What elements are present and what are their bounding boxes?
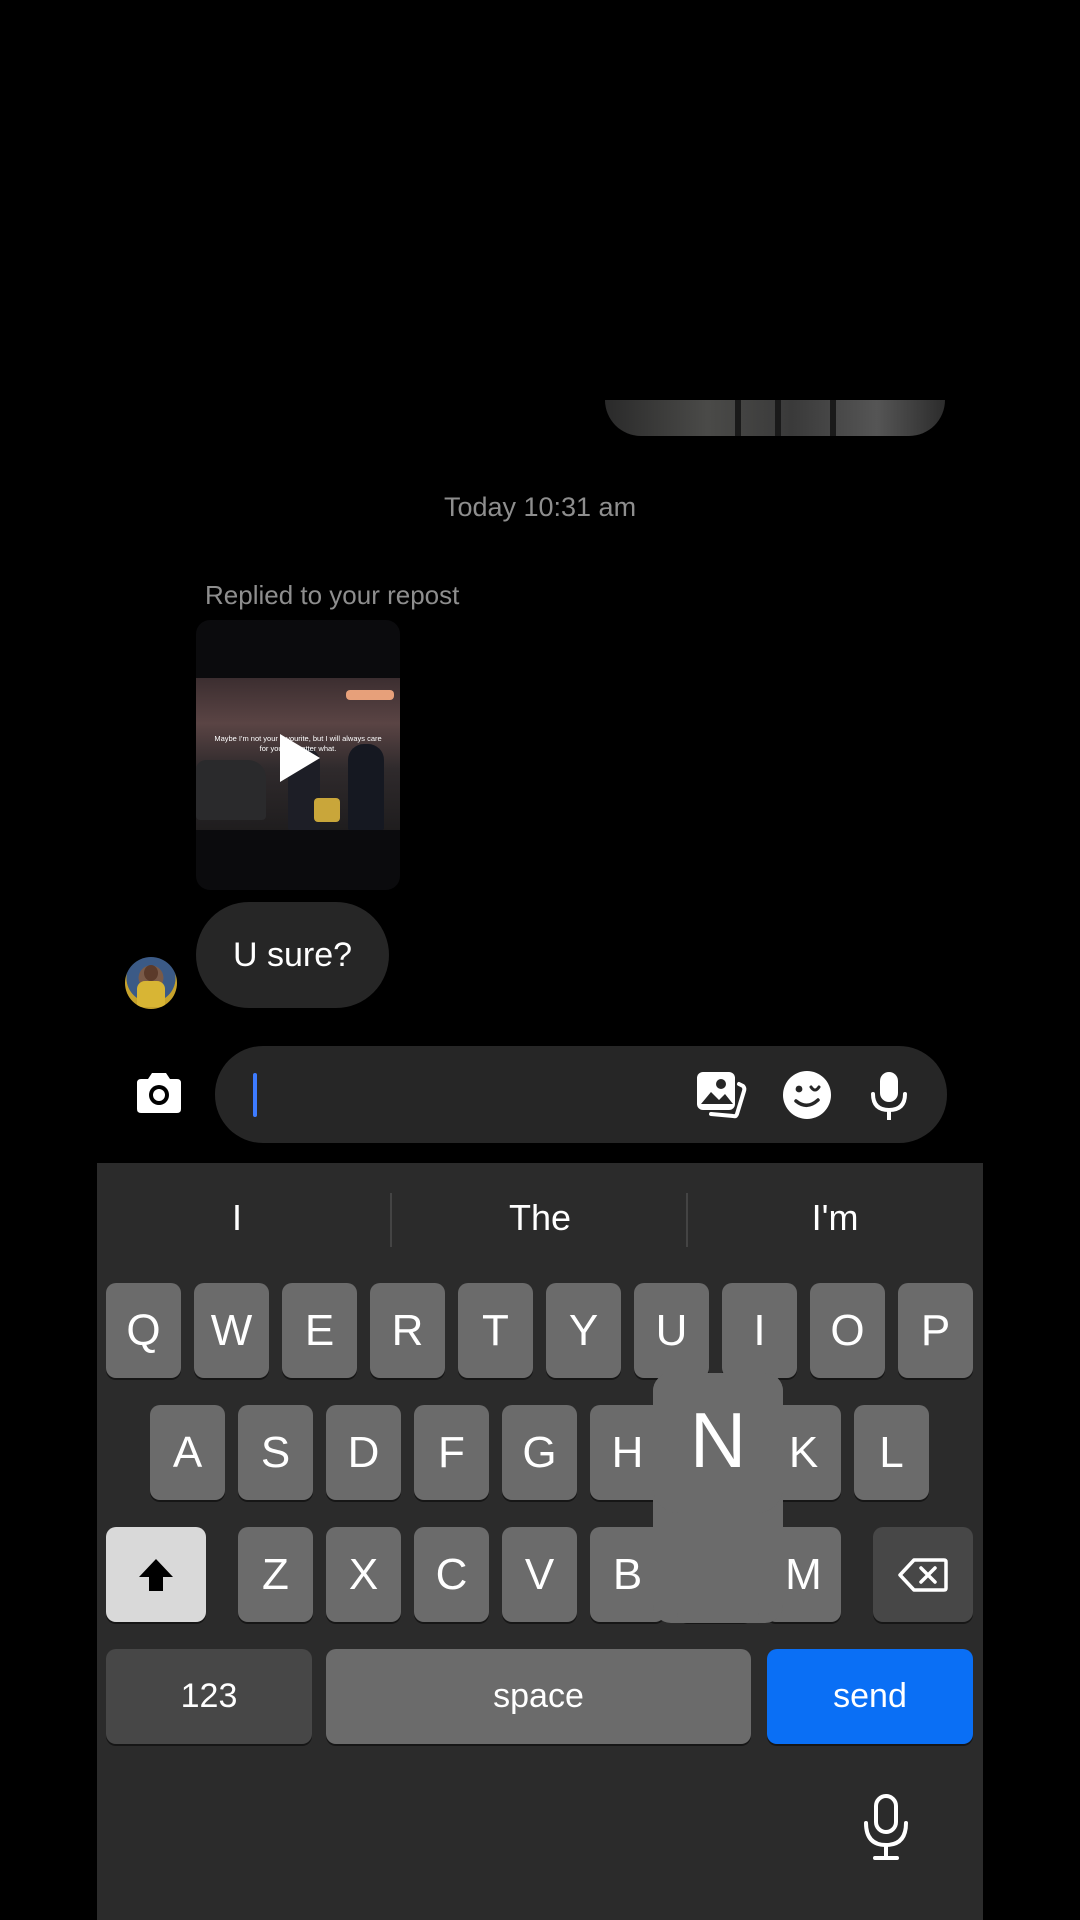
key-g[interactable]: G bbox=[502, 1405, 577, 1500]
play-icon[interactable] bbox=[280, 734, 320, 782]
dictation-mic-icon[interactable] bbox=[861, 1793, 911, 1863]
key-s[interactable]: S bbox=[238, 1405, 313, 1500]
key-p[interactable]: P bbox=[898, 1283, 973, 1378]
key-q[interactable]: Q bbox=[106, 1283, 181, 1378]
key-w[interactable]: W bbox=[194, 1283, 269, 1378]
shift-key[interactable] bbox=[106, 1527, 206, 1622]
message-bubble[interactable]: U sure? bbox=[196, 902, 390, 1008]
sticker-icon[interactable] bbox=[782, 1070, 832, 1120]
message-timestamp: Today 10:31 am bbox=[443, 492, 637, 522]
key-v[interactable]: V bbox=[502, 1527, 577, 1622]
key-l[interactable]: L bbox=[854, 1405, 929, 1500]
key-r[interactable]: R bbox=[370, 1283, 445, 1378]
key-x[interactable]: X bbox=[326, 1527, 401, 1622]
reply-context-label: Replied to your repost bbox=[205, 580, 460, 610]
key-u[interactable]: U bbox=[634, 1283, 709, 1378]
space-key[interactable]: space bbox=[326, 1649, 751, 1744]
key-o[interactable]: O bbox=[810, 1283, 885, 1378]
sender-avatar[interactable] bbox=[125, 957, 177, 1009]
key-preview-letter: N bbox=[689, 1396, 747, 1484]
key-e[interactable]: E bbox=[282, 1283, 357, 1378]
key-c[interactable]: C bbox=[414, 1527, 489, 1622]
shift-icon bbox=[139, 1559, 173, 1591]
suggestion-divider bbox=[686, 1193, 688, 1247]
key-i[interactable]: I bbox=[722, 1283, 797, 1378]
key-y[interactable]: Y bbox=[546, 1283, 621, 1378]
key-a[interactable]: A bbox=[150, 1405, 225, 1500]
text-cursor bbox=[253, 1073, 257, 1117]
suggestion-1[interactable]: I bbox=[97, 1197, 377, 1239]
suggestion-divider bbox=[390, 1193, 392, 1247]
previous-shared-media[interactable] bbox=[605, 400, 945, 436]
key-t[interactable]: T bbox=[458, 1283, 533, 1378]
key-preview-popup: N bbox=[653, 1373, 783, 1623]
key-f[interactable]: F bbox=[414, 1405, 489, 1500]
microphone-icon[interactable] bbox=[867, 1070, 911, 1122]
key-z[interactable]: Z bbox=[238, 1527, 313, 1622]
key-d[interactable]: D bbox=[326, 1405, 401, 1500]
suggestion-2[interactable]: The bbox=[400, 1197, 680, 1239]
keyboard: I The I'm Q W E R T Y U I O P A S D F G … bbox=[97, 1163, 983, 1920]
numbers-key[interactable]: 123 bbox=[106, 1649, 312, 1744]
backspace-icon bbox=[898, 1558, 948, 1592]
gallery-icon[interactable] bbox=[695, 1070, 747, 1120]
suggestion-3[interactable]: I'm bbox=[695, 1197, 975, 1239]
backspace-key[interactable] bbox=[873, 1527, 973, 1622]
camera-icon[interactable] bbox=[133, 1071, 185, 1115]
reel-thumbnail[interactable]: Maybe I'm not your favourite, but I will… bbox=[196, 678, 400, 830]
send-key[interactable]: send bbox=[767, 1649, 973, 1744]
message-input[interactable] bbox=[215, 1046, 947, 1143]
